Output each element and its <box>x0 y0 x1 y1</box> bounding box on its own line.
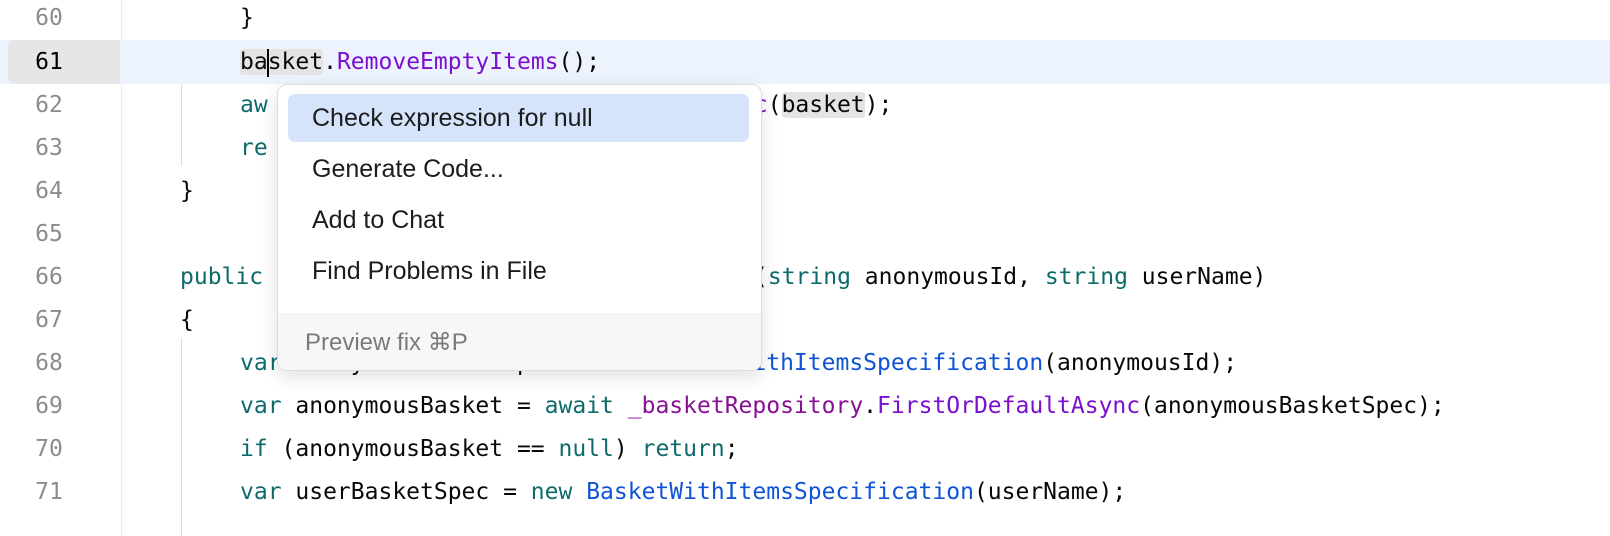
type-name: BasketWithItemsSpecification <box>586 479 974 505</box>
code-line[interactable]: 67 { <box>0 298 1610 342</box>
menu-item-generate-code[interactable]: Generate Code... <box>288 145 749 193</box>
line-number: 63 <box>35 135 63 161</box>
code-text: var anonymousBasket = await _basketRepos… <box>240 384 1445 428</box>
code-line[interactable]: 62 aw nc(basket); <box>0 83 1610 127</box>
keyword: var <box>240 393 282 419</box>
line-number: 60 <box>35 5 63 31</box>
keyword: string <box>1044 264 1128 290</box>
line-number: 61 <box>8 40 120 84</box>
keyword: null <box>558 436 614 462</box>
code-text: if (anonymousBasket == null) return; <box>240 427 739 471</box>
code-token: ( <box>767 92 782 118</box>
code-text: { <box>180 307 194 333</box>
code-line[interactable]: 64 } <box>0 169 1610 213</box>
code-text: var userBasketSpec = new BasketWithItems… <box>240 470 1126 514</box>
code-token: ; <box>724 436 739 462</box>
code-line[interactable]: 66 public (string anonymousId, string us… <box>0 255 1610 299</box>
code-line[interactable]: 69 var anonymousBasket = await _basketRe… <box>0 384 1610 428</box>
intention-actions-popup: Check expression for null Generate Code.… <box>277 84 762 371</box>
code-line[interactable]: 70 if (anonymousBasket == null) return; <box>0 427 1610 471</box>
identifier-basket: basket <box>781 92 865 118</box>
method-name: FirstOrDefaultAsync <box>877 393 1141 419</box>
code-token: (anonymousBasketSpec); <box>1140 393 1445 419</box>
code-token: anonymousBasket = <box>281 393 545 419</box>
code-line[interactable]: 71 var userBasketSpec = new BasketWithIt… <box>0 470 1610 514</box>
code-token: (anonymousId); <box>1043 350 1238 376</box>
line-number: 66 <box>35 264 63 290</box>
code-token: . <box>863 393 878 419</box>
menu-item-find-problems[interactable]: Find Problems in File <box>288 247 749 295</box>
keyword: string <box>767 264 851 290</box>
code-text: basket.RemoveEmptyItems(); <box>240 40 600 84</box>
line-number: 65 <box>35 221 63 247</box>
code-token: . <box>323 49 337 75</box>
code-token: (userName); <box>973 479 1127 505</box>
code-token: (anonymousBasket == <box>267 436 559 462</box>
code-token: sket <box>267 49 324 75</box>
code-token: userBasketSpec = <box>281 479 531 505</box>
field-name: _basketRepository <box>627 393 864 419</box>
code-text: aw <box>240 92 268 118</box>
code-token: (); <box>558 49 601 75</box>
code-text: nc(basket); <box>740 83 892 127</box>
keyword: new <box>530 479 573 505</box>
code-editor[interactable]: 60 } 61 basket.RemoveEmptyItems(); 62 aw… <box>0 0 1610 536</box>
code-text: (string anonymousId, string userName) <box>754 255 1266 299</box>
code-token: userName) <box>1127 264 1267 290</box>
line-number: 70 <box>35 436 63 462</box>
code-line-current[interactable]: 61 basket.RemoveEmptyItems(); <box>0 40 1610 84</box>
code-token: ); <box>864 92 893 118</box>
method-name: RemoveEmptyItems <box>336 49 559 75</box>
menu-item-check-null[interactable]: Check expression for null <box>288 94 749 142</box>
code-line[interactable]: 63 re <box>0 126 1610 170</box>
code-line[interactable]: 60 } <box>0 0 1610 40</box>
code-token: ) <box>613 436 642 462</box>
code-text: } <box>240 0 254 40</box>
line-number: 62 <box>35 92 63 118</box>
keyword: await <box>544 393 614 419</box>
code-token: anonymousId, <box>850 264 1045 290</box>
identifier-basket: basket <box>240 48 324 77</box>
line-number: 71 <box>35 479 63 505</box>
keyword: var <box>240 350 282 376</box>
keyword: return <box>641 436 725 462</box>
menu-item-add-to-chat[interactable]: Add to Chat <box>288 196 749 244</box>
brace: } <box>240 5 254 31</box>
code-line[interactable]: 65 <box>0 212 1610 256</box>
code-text: public <box>180 264 264 290</box>
code-line[interactable]: 68 var anonymousBasketSpec = new BasketW… <box>0 341 1610 385</box>
line-number: 64 <box>35 178 63 204</box>
preview-fix-hint: Preview fix ⌘P <box>278 314 761 370</box>
keyword: if <box>240 436 268 462</box>
code-text: } <box>180 178 194 204</box>
line-number: 69 <box>35 393 63 419</box>
code-token: ba <box>240 49 268 75</box>
line-number: 68 <box>35 350 63 376</box>
line-number: 67 <box>35 307 63 333</box>
code-text: re <box>240 135 268 161</box>
keyword: var <box>240 479 282 505</box>
